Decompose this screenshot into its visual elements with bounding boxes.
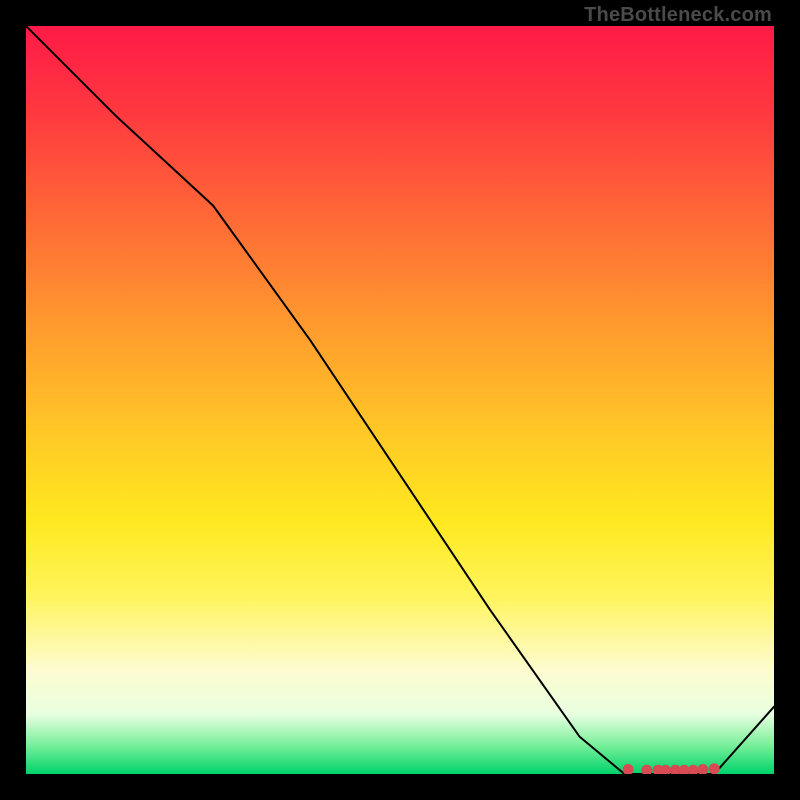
marker-dot [698, 765, 708, 775]
curve-line [26, 26, 774, 774]
marker-dot [642, 765, 652, 774]
plot-area [26, 26, 774, 774]
chart-svg [26, 26, 774, 774]
marker-cluster [623, 764, 719, 774]
marker-dot [679, 765, 689, 774]
watermark-text: TheBottleneck.com [584, 4, 772, 27]
chart-stage: TheBottleneck.com [0, 0, 800, 800]
marker-dot [623, 765, 633, 775]
marker-dot [709, 764, 719, 774]
marker-dot [661, 765, 671, 774]
marker-dot [688, 765, 698, 774]
